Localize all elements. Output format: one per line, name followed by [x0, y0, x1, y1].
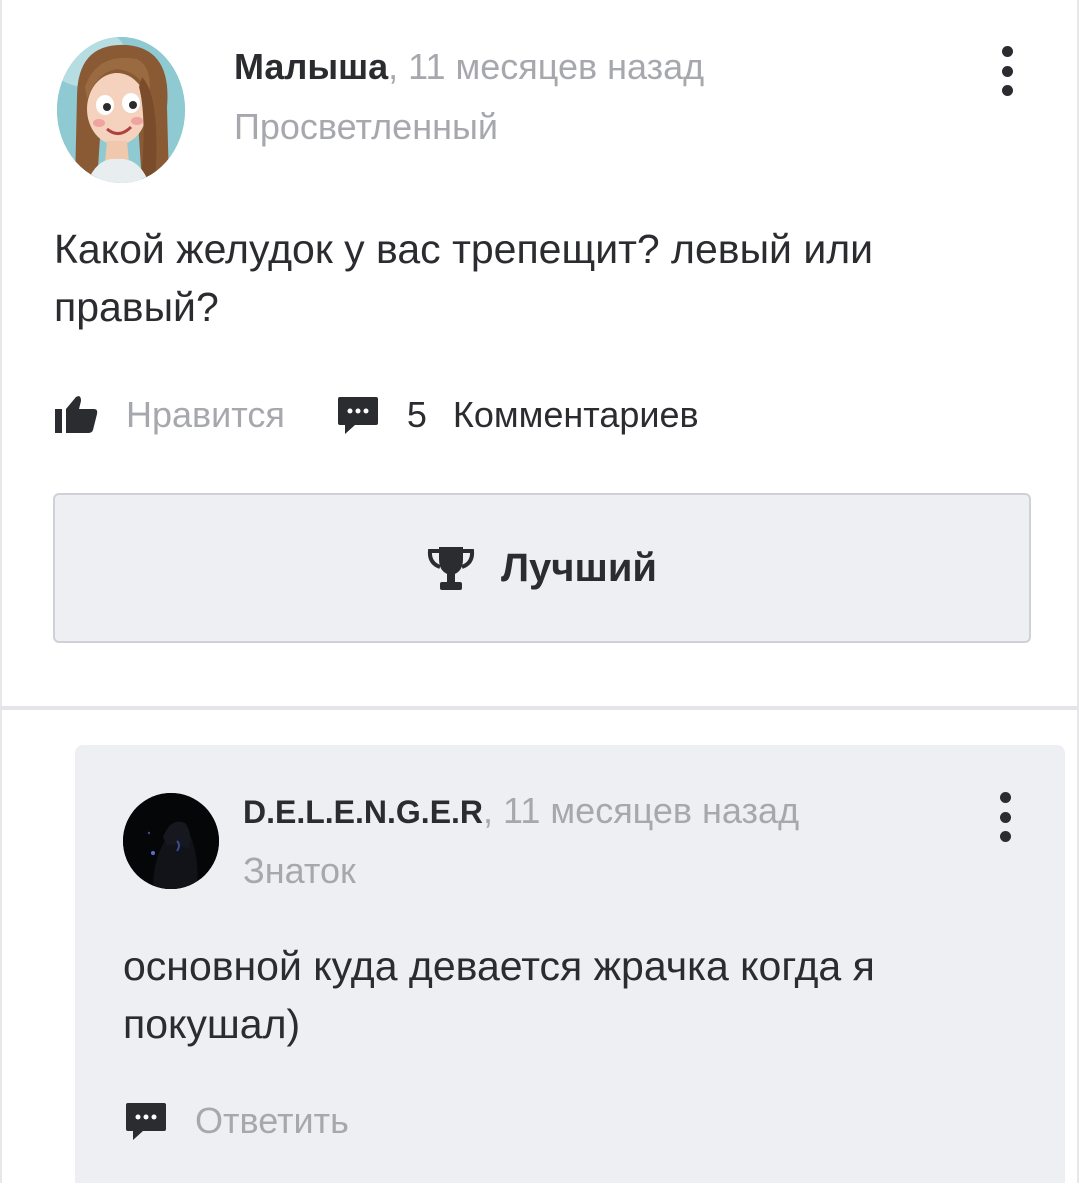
avatar-illustration: [123, 793, 219, 889]
author-rank: Просветленный: [234, 106, 498, 147]
commenter-time-separator: ,: [483, 790, 504, 831]
best-answer-label: Лучший: [500, 545, 658, 590]
trophy-icon: [427, 547, 475, 590]
comment-bubble-icon: [126, 1103, 166, 1140]
thumbs-up-icon: [55, 396, 98, 433]
author-avatar[interactable]: [57, 37, 185, 183]
commenter-avatar[interactable]: [123, 793, 219, 889]
post-actions: Нравится 5 Комментариев: [54, 390, 699, 440]
question-text: Какой желудок у вас трепещит? левый или …: [54, 226, 874, 330]
comment-time: 11 месяцев назад: [503, 790, 800, 831]
kebab-menu-icon: [999, 811, 1011, 823]
kebab-menu-icon: [1001, 46, 1013, 57]
commenter-rank: Знаток: [243, 850, 356, 891]
comment-menu-button[interactable]: [995, 792, 1015, 842]
kebab-menu-icon: [1001, 65, 1013, 77]
question-card: Малыша, 11 месяцев назад Просветленный К…: [0, 0, 1079, 706]
commenter-line: D.E.L.E.N.G.E.R, 11 месяцев назад: [243, 790, 799, 832]
comment-item: D.E.L.E.N.G.E.R, 11 месяцев назад Знаток…: [75, 745, 1065, 1183]
commenter-name[interactable]: D.E.L.E.N.G.E.R: [243, 794, 483, 830]
comments-button[interactable]: 5 Комментариев: [337, 394, 699, 436]
author-line: Малыша, 11 месяцев назад: [234, 46, 704, 88]
comment-bubble-icon: [337, 397, 378, 434]
avatar-illustration: [57, 37, 185, 183]
reply-button[interactable]: Ответить: [125, 1100, 349, 1142]
kebab-menu-icon: [999, 792, 1011, 803]
post-menu-button[interactable]: [997, 46, 1017, 96]
author-name[interactable]: Малыша: [234, 46, 388, 87]
author-time-separator: ,: [388, 46, 409, 87]
comment-text: основной куда девается жрачка когда я по…: [123, 943, 875, 1047]
comments-count: 5: [406, 394, 427, 435]
comments-label: Комментариев: [452, 394, 699, 435]
kebab-menu-icon: [1001, 85, 1013, 96]
best-answer-button[interactable]: Лучший: [53, 493, 1031, 643]
post-time: 11 месяцев назад: [408, 46, 705, 87]
kebab-menu-icon: [999, 831, 1011, 842]
like-button[interactable]: Нравится: [54, 394, 285, 436]
reply-label: Ответить: [195, 1100, 349, 1141]
like-label: Нравится: [126, 394, 285, 435]
page: Малыша, 11 месяцев назад Просветленный К…: [0, 0, 1079, 1183]
